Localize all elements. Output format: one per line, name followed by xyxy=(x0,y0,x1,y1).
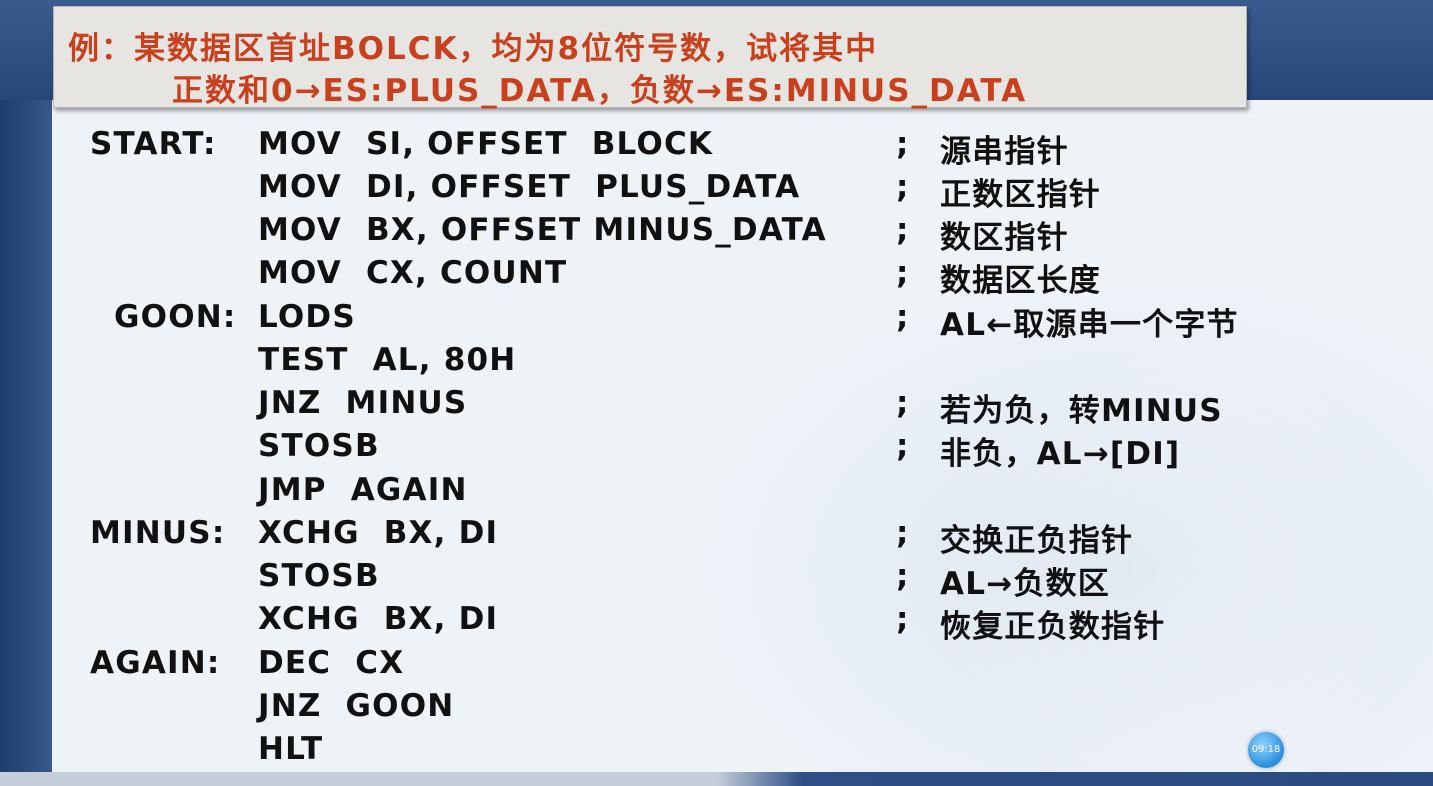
code-label: START: xyxy=(90,126,217,162)
code-instruction: MOV CX, COUNT xyxy=(258,255,568,291)
left-strip xyxy=(0,100,52,786)
comment-semicolon: ; xyxy=(896,212,910,248)
comment-semicolon: ; xyxy=(896,428,910,464)
code-comment: AL→负数区 xyxy=(940,566,1110,602)
code-comment: 交换正负指针 xyxy=(940,523,1134,559)
code-comment: 数据区长度 xyxy=(940,263,1101,299)
code-instruction: MOV BX, OFFSET MINUS_DATA xyxy=(258,212,827,248)
code-instruction: TEST AL, 80H xyxy=(258,342,517,378)
code-instruction: STOSB xyxy=(258,558,380,594)
code-instruction: JNZ GOON xyxy=(258,688,455,724)
code-instruction: JMP AGAIN xyxy=(258,472,468,508)
code-comment: 数区指针 xyxy=(940,220,1069,256)
comment-semicolon: ; xyxy=(896,385,910,421)
code-instruction: STOSB xyxy=(258,428,380,464)
comment-semicolon: ; xyxy=(896,255,910,291)
code-comment: 非负，AL→[DI] xyxy=(940,436,1181,472)
code-instruction: HLT xyxy=(258,731,324,767)
code-instruction: MOV DI, OFFSET PLUS_DATA xyxy=(258,169,801,205)
timestamp-badge: 09:18 xyxy=(1248,732,1284,768)
code-instruction: XCHG BX, DI xyxy=(258,601,499,637)
bottom-bar xyxy=(0,772,1433,786)
code-instruction: DEC CX xyxy=(258,645,405,681)
code-instruction: JNZ MINUS xyxy=(258,385,468,421)
title-line-1: 例：某数据区首址BOLCK，均为8位符号数，试将其中 xyxy=(68,31,879,67)
comment-semicolon: ; xyxy=(896,601,910,637)
code-comment: 恢复正负数指针 xyxy=(940,609,1166,645)
code-instruction: LODS xyxy=(258,299,356,335)
comment-semicolon: ; xyxy=(896,126,910,162)
comment-semicolon: ; xyxy=(896,515,910,551)
code-comment: AL←取源串一个字节 xyxy=(940,307,1239,343)
code-instruction: XCHG BX, DI xyxy=(258,515,499,551)
comment-semicolon: ; xyxy=(896,558,910,594)
code-comment: 若为负，转MINUS xyxy=(940,393,1223,429)
comment-semicolon: ; xyxy=(896,299,910,335)
code-comment: 源串指针 xyxy=(940,134,1069,170)
code-instruction: MOV SI, OFFSET BLOCK xyxy=(258,126,714,162)
code-label: AGAIN: xyxy=(90,645,221,681)
code-label: GOON: xyxy=(114,299,237,335)
comment-semicolon: ; xyxy=(896,169,910,205)
title-box: 例：某数据区首址BOLCK，均为8位符号数，试将其中 正数和0→ES:PLUS_… xyxy=(53,6,1247,109)
code-comment: 正数区指针 xyxy=(940,177,1101,213)
title-line-2: 正数和0→ES:PLUS_DATA，负数→ES:MINUS_DATA xyxy=(172,73,1028,109)
code-label: MINUS: xyxy=(90,515,226,551)
